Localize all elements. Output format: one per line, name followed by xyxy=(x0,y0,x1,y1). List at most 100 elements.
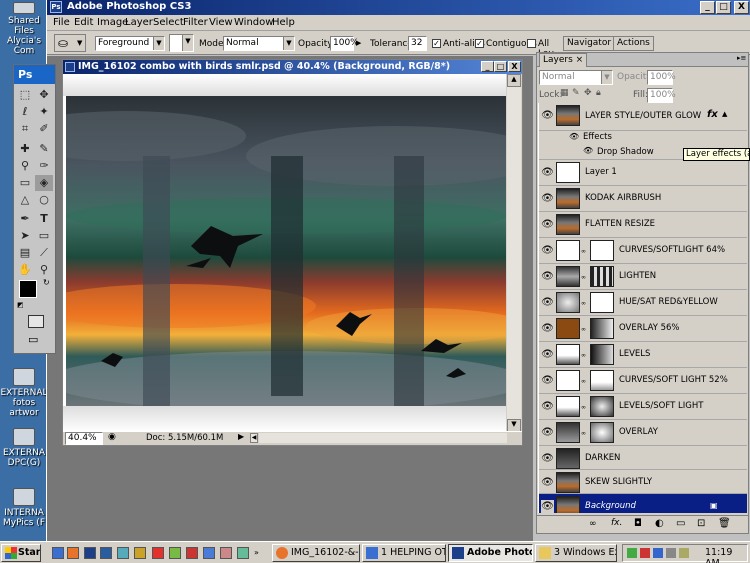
eye-icon[interactable]: 👁︎ xyxy=(541,322,554,335)
scroll-up-icon[interactable]: ▲ xyxy=(507,74,521,87)
paint-bucket-tool-icon[interactable]: ◈ xyxy=(35,175,53,191)
layer-opacity-input[interactable]: 100% xyxy=(647,70,676,85)
lock-transparency-icon[interactable]: ▦ xyxy=(560,88,569,98)
tray-icon[interactable] xyxy=(640,548,650,558)
app-icon[interactable] xyxy=(117,547,129,559)
title-bar[interactable]: Ps Adobe Photoshop CS3 _ □ X xyxy=(47,0,750,15)
chevron-up-icon[interactable]: ▲ xyxy=(722,110,727,118)
lock-pixels-icon[interactable]: ✎ xyxy=(572,88,580,98)
notes-tool-icon[interactable]: ▤ xyxy=(16,245,34,261)
doc-minimize-button[interactable]: _ xyxy=(481,61,494,72)
app-icon[interactable] xyxy=(220,547,232,559)
layer-row[interactable]: 👁︎ ∞ LEVELS/SOFT LIGHT xyxy=(539,394,747,420)
vertical-scrollbar[interactable]: ▲ ▼ xyxy=(507,74,521,432)
history-brush-icon[interactable]: ✑ xyxy=(35,158,53,174)
layer-row[interactable]: 👁︎ FLATTEN RESIZE xyxy=(539,212,747,238)
close-tab-icon[interactable]: × xyxy=(576,55,584,65)
taskbar-button-photoshop[interactable]: Adobe Photo... xyxy=(448,544,533,562)
add-style-icon[interactable]: fx. xyxy=(611,518,622,528)
eye-icon[interactable]: 👁︎ xyxy=(541,348,554,361)
marquee-tool-icon[interactable]: ⬚ xyxy=(16,87,34,103)
dodge-tool-icon[interactable]: ○ xyxy=(35,192,53,208)
menu-image[interactable]: Image xyxy=(97,17,128,28)
tab-actions[interactable]: Actions xyxy=(613,36,654,51)
eye-icon[interactable]: 👁︎ xyxy=(541,500,554,513)
layer-row[interactable]: 👁︎ Layer 1 xyxy=(539,160,747,186)
eye-icon[interactable]: 👁︎ xyxy=(541,270,554,283)
minimize-button[interactable]: _ xyxy=(700,1,715,14)
taskbar-button-helping[interactable]: 1 HELPING OT... xyxy=(362,544,446,562)
layer-row[interactable]: 👁︎ ∞ OVERLAY 56% xyxy=(539,316,747,342)
eraser-tool-icon[interactable]: ▭ xyxy=(16,175,34,191)
foreground-color-swatch[interactable] xyxy=(19,280,37,298)
menu-file[interactable]: File xyxy=(53,17,70,28)
path-selection-icon[interactable]: ➤ xyxy=(16,228,34,244)
panel-menu-icon[interactable]: ▸≡ xyxy=(737,54,746,62)
eye-icon[interactable]: 👁︎ xyxy=(541,296,554,309)
desktop-icon-external-fotos[interactable]: EXTERNAL fotos artwor xyxy=(0,368,48,418)
layer-row[interactable]: 👁︎ ∞ OVERLAY xyxy=(539,420,747,446)
taskbar-button-firefox[interactable]: IMG_16102-&-BI... xyxy=(272,544,360,562)
swap-colors-icon[interactable]: ↻ xyxy=(43,278,50,287)
taskbar-button-explorer[interactable]: 3 Windows Ex... xyxy=(535,544,617,562)
eye-icon[interactable]: 👁︎ xyxy=(541,192,554,205)
start-button[interactable]: Start xyxy=(1,544,41,562)
hscroll-left-icon[interactable]: ◀ xyxy=(250,433,258,443)
ie-icon[interactable] xyxy=(52,547,64,559)
fx-icon[interactable]: fx xyxy=(707,109,718,120)
hand-tool-icon[interactable]: ✋ xyxy=(16,262,34,278)
menu-view[interactable]: View xyxy=(209,17,233,28)
layer-row[interactable]: 👁︎ ∞ CURVES/SOFTLIGHT 64% xyxy=(539,238,747,264)
delete-layer-icon[interactable]: 🗑︎ xyxy=(718,518,731,529)
eye-icon[interactable]: 👁︎ xyxy=(541,109,554,122)
horizontal-scrollbar[interactable] xyxy=(259,433,507,443)
type-tool-icon[interactable]: T xyxy=(35,211,53,227)
desktop-icon-external-dpc[interactable]: EXTERNA DPC(G) xyxy=(0,428,48,468)
close-button[interactable]: X xyxy=(734,1,749,14)
zoom-level-input[interactable]: 40.4% xyxy=(65,432,103,445)
layer-row[interactable]: 👁︎ LAYER STYLE/OUTER GLOW fx ▲ xyxy=(539,103,747,131)
lock-all-icon[interactable]: 🔒︎ xyxy=(596,88,601,98)
eye-icon[interactable]: 👁︎ xyxy=(541,452,554,465)
layer-row[interactable]: 👁︎ ∞ CURVES/SOFT LIGHT 52% xyxy=(539,368,747,394)
eye-icon[interactable]: 👁︎ xyxy=(541,400,554,413)
tray-icon[interactable] xyxy=(679,548,689,558)
effects-row[interactable]: 👁︎ Effects xyxy=(539,131,747,145)
tab-layers[interactable]: Layers × xyxy=(539,53,588,67)
zoom-tool-icon[interactable]: ⚲ xyxy=(35,262,53,278)
app-icon[interactable] xyxy=(186,547,198,559)
lightroom-icon[interactable] xyxy=(100,547,112,559)
brush-tool-icon[interactable]: ✎ xyxy=(35,141,53,157)
app-icon[interactable] xyxy=(237,547,249,559)
status-menu-arrow-icon[interactable]: ▶ xyxy=(238,432,244,441)
eye-icon[interactable]: 👁︎ xyxy=(541,476,554,489)
clock[interactable]: 11:19 AM xyxy=(705,547,747,563)
blend-mode-select[interactable]: Normal ▼ xyxy=(539,70,613,85)
mode-select[interactable]: Normal ▼ xyxy=(223,36,295,51)
doc-maximize-button[interactable]: □ xyxy=(494,61,507,72)
eye-icon[interactable]: 👁︎ xyxy=(541,426,554,439)
eye-icon[interactable]: 👁︎ xyxy=(541,244,554,257)
menu-select[interactable]: Select xyxy=(153,17,184,28)
tray-icon[interactable] xyxy=(627,548,637,558)
quick-mask-icon[interactable] xyxy=(28,315,44,328)
quicklaunch-more-icon[interactable]: » xyxy=(254,548,259,557)
tray-icon[interactable] xyxy=(653,548,663,558)
layer-row[interactable]: 👁︎ ∞ LEVELS xyxy=(539,342,747,368)
app-icon[interactable] xyxy=(169,547,181,559)
magic-wand-icon[interactable]: ✦ xyxy=(35,104,53,120)
all-layers-checkbox[interactable] xyxy=(527,39,536,48)
link-layers-icon[interactable]: ∞ xyxy=(589,519,597,529)
layer-row[interactable]: 👁︎ ∞ HUE/SAT RED&YELLOW xyxy=(539,290,747,316)
fill-source-select[interactable]: Foreground ▼ xyxy=(95,36,165,51)
layer-row[interactable]: 👁︎ SKEW SLIGHTLY xyxy=(539,470,747,494)
default-colors-icon[interactable]: ◩ xyxy=(17,301,24,309)
pen-tool-icon[interactable]: ✒ xyxy=(16,211,34,227)
anti-alias-checkbox[interactable]: ✓ xyxy=(432,39,441,48)
media-icon[interactable] xyxy=(152,547,164,559)
layer-row[interactable]: 👁︎ ∞ LIGHTEN xyxy=(539,264,747,290)
tool-preset-picker[interactable]: ⛀ ▼ xyxy=(54,34,86,52)
document-title-bar[interactable]: IMG_16102 combo with birds smlr.psd @ 40… xyxy=(63,60,522,74)
word-icon[interactable] xyxy=(203,547,215,559)
pattern-picker[interactable]: ▼ xyxy=(169,34,194,52)
